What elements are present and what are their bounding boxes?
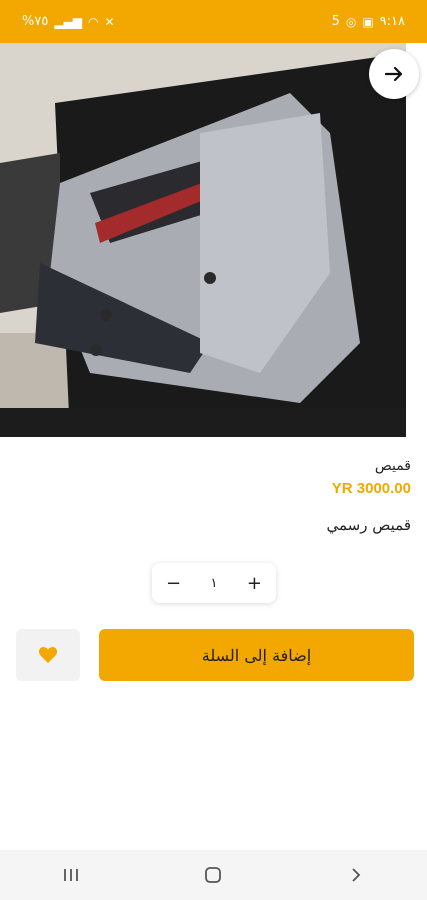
back-button[interactable] — [326, 850, 386, 900]
arrow-right-icon — [384, 66, 403, 82]
battery-text: %٧٥ — [22, 14, 49, 29]
add-to-cart-button[interactable]: إضافة إلى السلة — [99, 629, 414, 681]
status-right: 5 ◎ ▣ ٩:١٨ — [332, 14, 405, 29]
product-image — [0, 43, 406, 437]
recents-button[interactable] — [41, 850, 101, 900]
next-button[interactable] — [369, 49, 419, 99]
signal-icon: ▂▄▆ — [54, 14, 83, 29]
status-left: %٧٥ ▂▄▆ ◠ ✕ — [22, 14, 115, 29]
system-nav-bar — [0, 850, 427, 900]
status-time: ٩:١٨ — [379, 14, 405, 29]
quantity-stepper: − ١ + — [152, 563, 276, 603]
product-description: قميص رسمي — [326, 516, 412, 534]
quantity-value: ١ — [210, 575, 218, 591]
home-icon — [205, 867, 222, 883]
wifi-icon: ◠ — [88, 14, 99, 29]
heart-icon — [38, 647, 58, 663]
product-title: قميص — [374, 458, 411, 474]
mute-icon: ✕ — [104, 14, 115, 29]
status-bar: %٧٥ ▂▄▆ ◠ ✕ 5 ◎ ▣ ٩:١٨ — [0, 0, 427, 43]
gallery-icon: ▣ — [362, 14, 374, 29]
recents-icon — [64, 869, 79, 881]
chevron-right-icon — [352, 868, 361, 882]
product-price: YR 3000.00 — [331, 480, 411, 497]
home-button[interactable] — [183, 850, 243, 900]
decrement-button[interactable]: − — [166, 573, 181, 594]
favorite-button[interactable] — [16, 629, 80, 681]
status-number: 5 — [331, 14, 340, 29]
whatsapp-icon: ◎ — [345, 14, 357, 29]
increment-button[interactable]: + — [247, 573, 262, 594]
